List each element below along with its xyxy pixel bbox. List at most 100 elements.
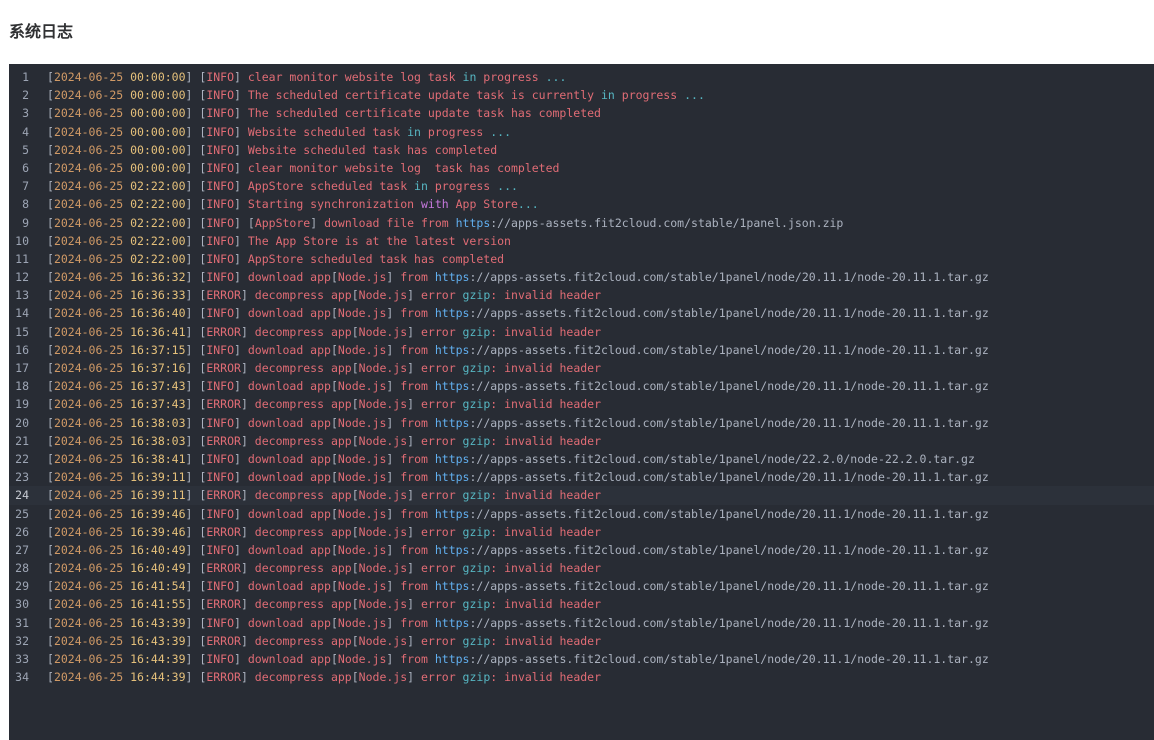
log-message: download app[Node.js] from https://apps-… [247,306,989,321]
line-number: 26 [15,524,29,539]
line-number: 20 [15,415,29,430]
log-time: 00:00:00 [130,70,186,84]
log-date: 2024-06-25 [53,88,124,103]
log-line[interactable]: 7 [2024-06-25 02:22:00] [INFO] AppStore s… [9,177,1154,195]
log-time: 16:43:39 [130,633,186,648]
log-line[interactable]: 26 [2024-06-25 16:39:46] [ERROR] decompre… [9,523,1154,541]
log-date: 2024-06-25 [53,215,124,230]
log-message: decompress app[Node.js] error gzip: inva… [254,488,602,503]
log-entry-text: [2024-06-25 16:38:03] [INFO] download ap… [47,415,989,430]
log-entry-text: [2024-06-25 16:36:40] [INFO] download ap… [47,306,989,321]
log-line[interactable]: 20 [2024-06-25 16:38:03] [INFO] download … [9,414,1154,432]
log-time: 16:41:55 [130,597,186,612]
log-entry-text: [2024-06-25 16:36:32] [INFO] download ap… [47,270,989,285]
log-line[interactable]: 4 [2024-06-25 00:00:00] [INFO] Website sc… [9,123,1154,141]
page-title: 系统日志 [9,22,74,41]
log-message: decompress app[Node.js] error gzip: inva… [254,561,602,576]
log-line[interactable]: 25 [2024-06-25 16:39:46] [INFO] download … [9,505,1154,523]
log-time: 16:39:11 [130,488,186,503]
line-number: 27 [15,542,29,557]
line-number: 16 [15,342,29,357]
log-message: clear monitor website log task in progre… [247,70,567,84]
line-number: 8 [22,197,29,212]
log-level: ERROR [206,433,241,448]
log-entry-text: [2024-06-25 16:38:41] [INFO] download ap… [47,451,975,466]
log-date: 2024-06-25 [53,124,124,139]
log-date: 2024-06-25 [53,542,124,557]
line-number: 1 [22,70,29,84]
log-time: 02:22:00 [130,197,186,212]
log-message: download app[Node.js] from https://apps-… [247,342,989,357]
log-lines: 1 [2024-06-25 00:00:00] [INFO] clear moni… [9,68,1154,686]
log-line[interactable]: 33 [2024-06-25 16:44:39] [INFO] download … [9,650,1154,668]
log-date: 2024-06-25 [53,597,124,612]
log-date: 2024-06-25 [53,288,124,303]
log-entry-text: [2024-06-25 16:37:43] [INFO] download ap… [47,379,989,394]
log-time: 16:44:39 [130,670,186,685]
log-time: 16:40:49 [130,542,186,557]
log-level: INFO [206,451,235,466]
log-line[interactable]: 29 [2024-06-25 16:41:54] [INFO] download … [9,577,1154,595]
log-line[interactable]: 23 [2024-06-25 16:39:11] [INFO] download … [9,468,1154,486]
log-time: 16:36:32 [130,270,186,285]
line-number: 29 [15,579,29,594]
log-entry-text: [2024-06-25 16:39:11] [ERROR] decompress… [47,488,602,503]
log-line[interactable]: 30 [2024-06-25 16:41:55] [ERROR] decompre… [9,595,1154,613]
log-line[interactable]: 22 [2024-06-25 16:38:41] [INFO] download … [9,450,1154,468]
log-line[interactable]: 15 [2024-06-25 16:36:41] [ERROR] decompre… [9,323,1154,341]
log-level: INFO [206,70,235,84]
log-line[interactable]: 11 [2024-06-25 02:22:00] [INFO] AppStore … [9,250,1154,268]
log-date: 2024-06-25 [53,233,124,248]
log-date: 2024-06-25 [53,306,124,321]
log-line[interactable]: 31 [2024-06-25 16:43:39] [INFO] download … [9,614,1154,632]
log-viewer[interactable]: 1 [2024-06-25 00:00:00] [INFO] clear moni… [9,64,1154,740]
log-time: 16:36:33 [130,288,186,303]
line-number: 5 [22,142,29,157]
log-level: INFO [206,197,235,212]
log-line[interactable]: 13 [2024-06-25 16:36:33] [ERROR] decompre… [9,286,1154,304]
log-line[interactable]: 17 [2024-06-25 16:37:16] [ERROR] decompre… [9,359,1154,377]
log-message: decompress app[Node.js] error gzip: inva… [254,324,602,339]
line-number: 33 [15,652,29,666]
line-number: 21 [15,433,29,448]
log-time: 16:37:15 [130,342,186,357]
log-line[interactable]: 14 [2024-06-25 16:36:40] [INFO] download … [9,304,1154,322]
log-message: download app[Node.js] from https://apps-… [247,542,989,557]
log-line[interactable]: 6 [2024-06-25 00:00:00] [INFO] clear moni… [9,159,1154,177]
line-number: 2 [22,88,29,103]
log-level: INFO [206,251,235,266]
log-entry-text: [2024-06-25 02:22:00] [INFO] Starting sy… [47,197,539,212]
log-line[interactable]: 2 [2024-06-25 00:00:00] [INFO] The schedu… [9,86,1154,104]
log-message: Website scheduled task in progress ... [247,124,512,139]
log-date: 2024-06-25 [53,361,124,375]
log-entry-text: [2024-06-25 16:44:39] [ERROR] decompress… [47,670,602,685]
log-line[interactable]: 24 [2024-06-25 16:39:11] [ERROR] decompre… [9,486,1154,505]
log-message: decompress app[Node.js] error gzip: inva… [254,670,602,685]
line-number: 19 [15,397,29,412]
log-line[interactable]: 16 [2024-06-25 16:37:15] [INFO] download … [9,341,1154,359]
log-line[interactable]: 1 [2024-06-25 00:00:00] [INFO] clear moni… [9,68,1154,86]
log-line[interactable]: 12 [2024-06-25 16:36:32] [INFO] download … [9,268,1154,286]
log-level: INFO [206,124,235,139]
log-line[interactable]: 5 [2024-06-25 00:00:00] [INFO] Website sc… [9,141,1154,159]
log-line[interactable]: 9 [2024-06-25 02:22:00] [INFO] [AppStore]… [9,214,1154,232]
log-line[interactable]: 18 [2024-06-25 16:37:43] [INFO] download … [9,377,1154,395]
log-line[interactable]: 19 [2024-06-25 16:37:43] [ERROR] decompre… [9,395,1154,413]
log-line[interactable]: 3 [2024-06-25 00:00:00] [INFO] The schedu… [9,104,1154,122]
log-line[interactable]: 10 [2024-06-25 02:22:00] [INFO] The App S… [9,232,1154,250]
log-time: 16:36:41 [130,324,186,339]
log-line[interactable]: 32 [2024-06-25 16:43:39] [ERROR] decompre… [9,632,1154,650]
log-date: 2024-06-25 [53,342,124,357]
log-line[interactable]: 21 [2024-06-25 16:38:03] [ERROR] decompre… [9,432,1154,450]
log-time: 16:39:11 [130,470,186,485]
log-line[interactable]: 28 [2024-06-25 16:40:49] [ERROR] decompre… [9,559,1154,577]
log-message: decompress app[Node.js] error gzip: inva… [254,633,602,648]
log-line[interactable]: 34 [2024-06-25 16:44:39] [ERROR] decompre… [9,668,1154,686]
log-message: download app[Node.js] from https://apps-… [247,652,989,666]
log-line[interactable]: 8 [2024-06-25 02:22:00] [INFO] Starting s… [9,195,1154,213]
log-line[interactable]: 27 [2024-06-25 16:40:49] [INFO] download … [9,541,1154,559]
log-message: decompress app[Node.js] error gzip: inva… [254,524,602,539]
log-time: 16:41:54 [130,579,186,594]
log-entry-text: [2024-06-25 00:00:00] [INFO] Website sch… [47,124,512,139]
log-time: 16:37:43 [130,397,186,412]
